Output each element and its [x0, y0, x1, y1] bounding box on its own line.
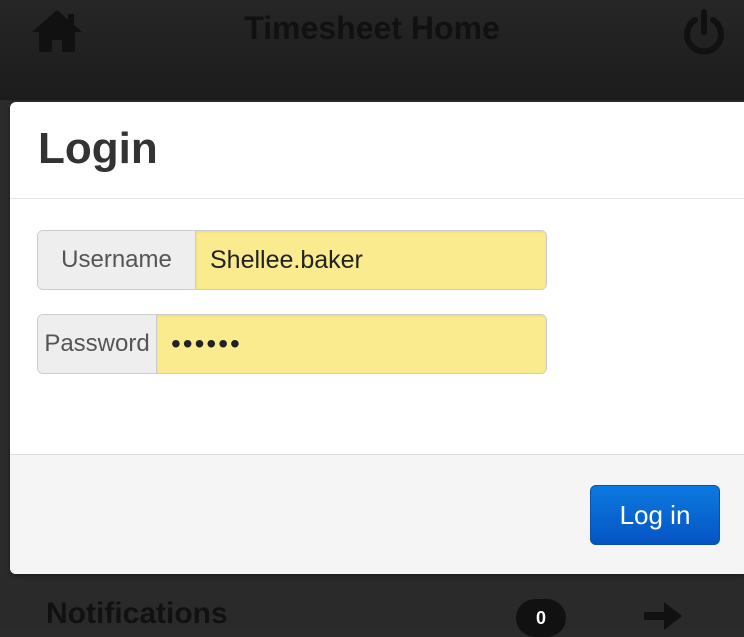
dialog-footer: Log in	[10, 454, 744, 574]
power-icon[interactable]	[680, 8, 728, 56]
username-field-group: Username	[37, 230, 547, 290]
username-input[interactable]	[196, 231, 546, 289]
dialog-title: Login	[38, 124, 158, 173]
username-label: Username	[38, 231, 196, 289]
login-dialog: Login Username Password Log in	[10, 102, 744, 574]
notifications-count-badge: 0	[516, 599, 566, 637]
top-bar: Timesheet Home	[0, 0, 744, 100]
notifications-label: Notifications	[46, 597, 228, 630]
arrow-right-icon[interactable]	[640, 596, 684, 636]
dialog-header: Login	[10, 102, 744, 199]
password-field-group: Password	[37, 314, 547, 374]
password-input[interactable]	[157, 315, 546, 373]
login-button[interactable]: Log in	[590, 485, 720, 545]
password-label: Password	[38, 315, 157, 373]
page-title: Timesheet Home	[244, 10, 500, 46]
